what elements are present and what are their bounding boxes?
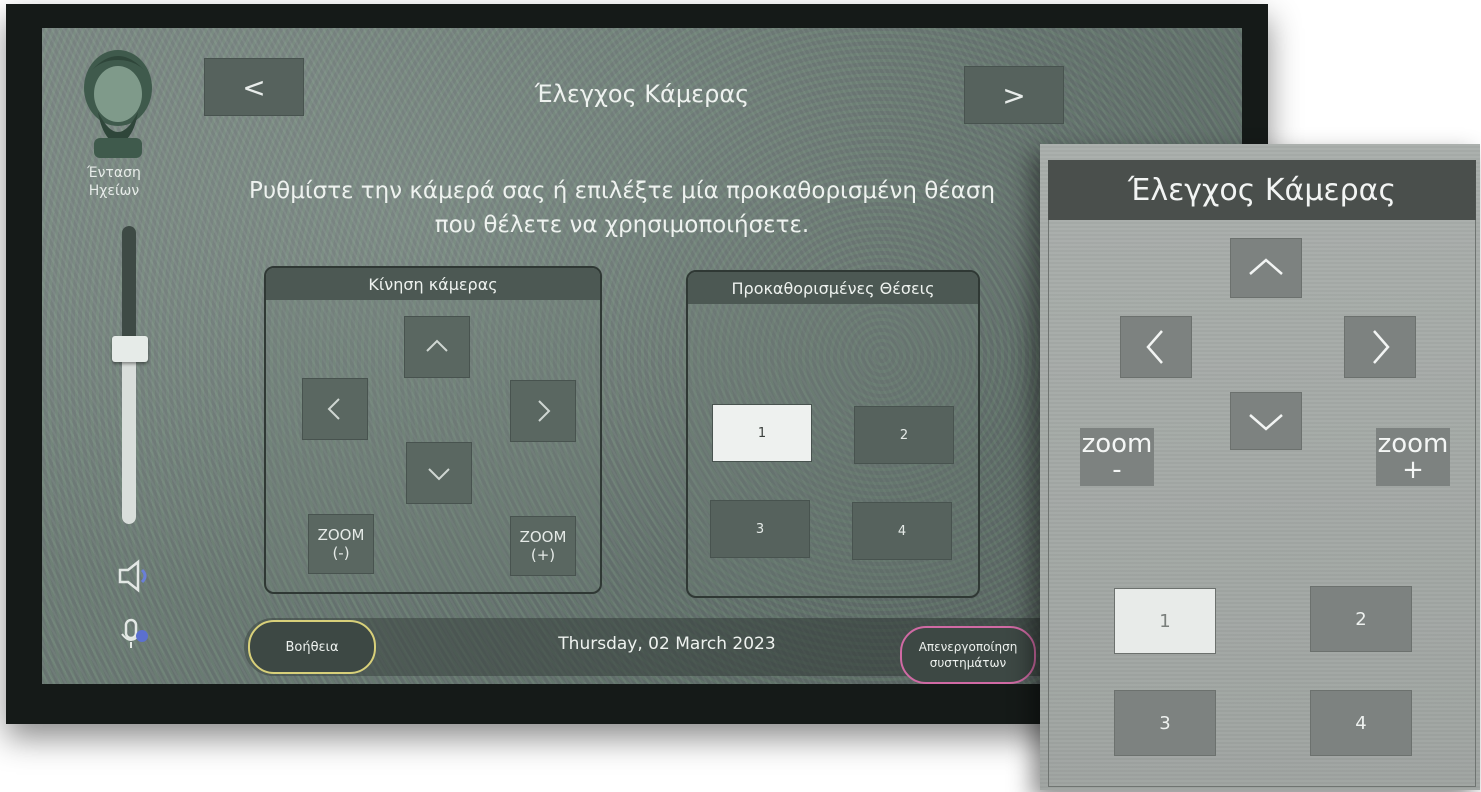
inset-pan-right-button[interactable] <box>1344 316 1416 378</box>
chevron-left-icon <box>1146 330 1163 364</box>
presets-title: Προκαθορισμένες Θέσεις <box>688 272 978 304</box>
inset-preset-2-button[interactable]: 2 <box>1310 586 1412 652</box>
zoom-in-sign: (+) <box>530 546 556 564</box>
chevron-left-icon: < <box>242 70 266 104</box>
inset-zoom-in-label: zoom <box>1377 429 1449 459</box>
inset-pan-left-button[interactable] <box>1120 316 1192 378</box>
zoom-out-button[interactable]: ZOOM (-) <box>308 514 374 574</box>
inset-tilt-up-button[interactable] <box>1230 238 1302 298</box>
deactivate-systems-button[interactable]: Απενεργοποίηση συστημάτων <box>900 626 1036 684</box>
help-button[interactable]: Βοήθεια <box>248 620 376 674</box>
chevron-left-icon <box>327 398 340 420</box>
preset-4-button[interactable]: 4 <box>852 502 952 560</box>
inset-zoom-out-label: zoom <box>1081 429 1153 459</box>
camera-move-panel: Κίνηση κάμερας ZOOM (-) ZOOM (+) <box>264 266 602 594</box>
back-button[interactable]: < <box>204 58 304 116</box>
inset-zoom-in-button[interactable]: zoom + <box>1376 428 1450 486</box>
instructions-text: Ρυθμίστε την κάμερά σας ή επιλέξτε μία π… <box>248 178 996 238</box>
inset-tilt-down-button[interactable] <box>1230 392 1302 450</box>
preset-2-button[interactable]: 2 <box>854 406 954 464</box>
zoom-in-button[interactable]: ZOOM (+) <box>510 516 576 576</box>
chevron-right-icon <box>1373 330 1390 364</box>
preset-1-button[interactable]: 1 <box>712 404 812 462</box>
tilt-up-button[interactable] <box>404 316 470 378</box>
current-date: Thursday, 02 March 2023 <box>558 634 776 654</box>
chevron-up-icon <box>1249 258 1283 275</box>
inset-preset-4-button[interactable]: 4 <box>1310 690 1412 756</box>
microphone-icon[interactable] <box>112 614 152 654</box>
inset-zoom-in-sign: + <box>1402 455 1424 485</box>
zoom-out-sign: (-) <box>332 544 350 562</box>
volume-slider-thumb[interactable] <box>112 336 148 362</box>
chevron-up-icon <box>426 339 448 352</box>
inset-preset-3-button[interactable]: 3 <box>1114 690 1216 756</box>
pan-right-button[interactable] <box>510 380 576 442</box>
zoom-out-label: ZOOM <box>317 526 365 544</box>
deactivate-label-line2: συστημάτων <box>929 656 1007 670</box>
deactivate-label-line1: Απενεργοποίηση <box>918 640 1018 654</box>
tilt-down-button[interactable] <box>406 442 472 504</box>
chevron-down-icon <box>1249 414 1283 431</box>
page-title: Έλεγχος Κάμερας <box>534 80 750 108</box>
volume-slider-fill <box>122 346 136 524</box>
inset-title: Έλεγχος Κάμερας <box>1048 160 1476 220</box>
zoomed-inset-panel: Έλεγχος Κάμερας zoom - zoom + 1 2 3 4 <box>1040 144 1480 790</box>
greek-bust-logo <box>84 50 152 158</box>
preset-3-button[interactable]: 3 <box>710 500 810 558</box>
inset-zoom-out-sign: - <box>1112 455 1122 485</box>
forward-button[interactable]: > <box>964 66 1064 124</box>
inset-preset-1-button[interactable]: 1 <box>1114 588 1216 654</box>
speaker-icon[interactable] <box>112 556 152 596</box>
volume-label: Ένταση Ηχείων <box>87 165 141 199</box>
camera-move-title: Κίνηση κάμερας <box>266 268 600 300</box>
chevron-down-icon <box>428 468 450 481</box>
pan-left-button[interactable] <box>302 378 368 440</box>
chevron-right-icon <box>538 400 551 422</box>
zoom-in-label: ZOOM <box>519 528 567 546</box>
inset-zoom-out-button[interactable]: zoom - <box>1080 428 1154 486</box>
chevron-right-icon: > <box>1002 78 1026 112</box>
presets-panel: Προκαθορισμένες Θέσεις 1 2 3 4 <box>686 270 980 598</box>
